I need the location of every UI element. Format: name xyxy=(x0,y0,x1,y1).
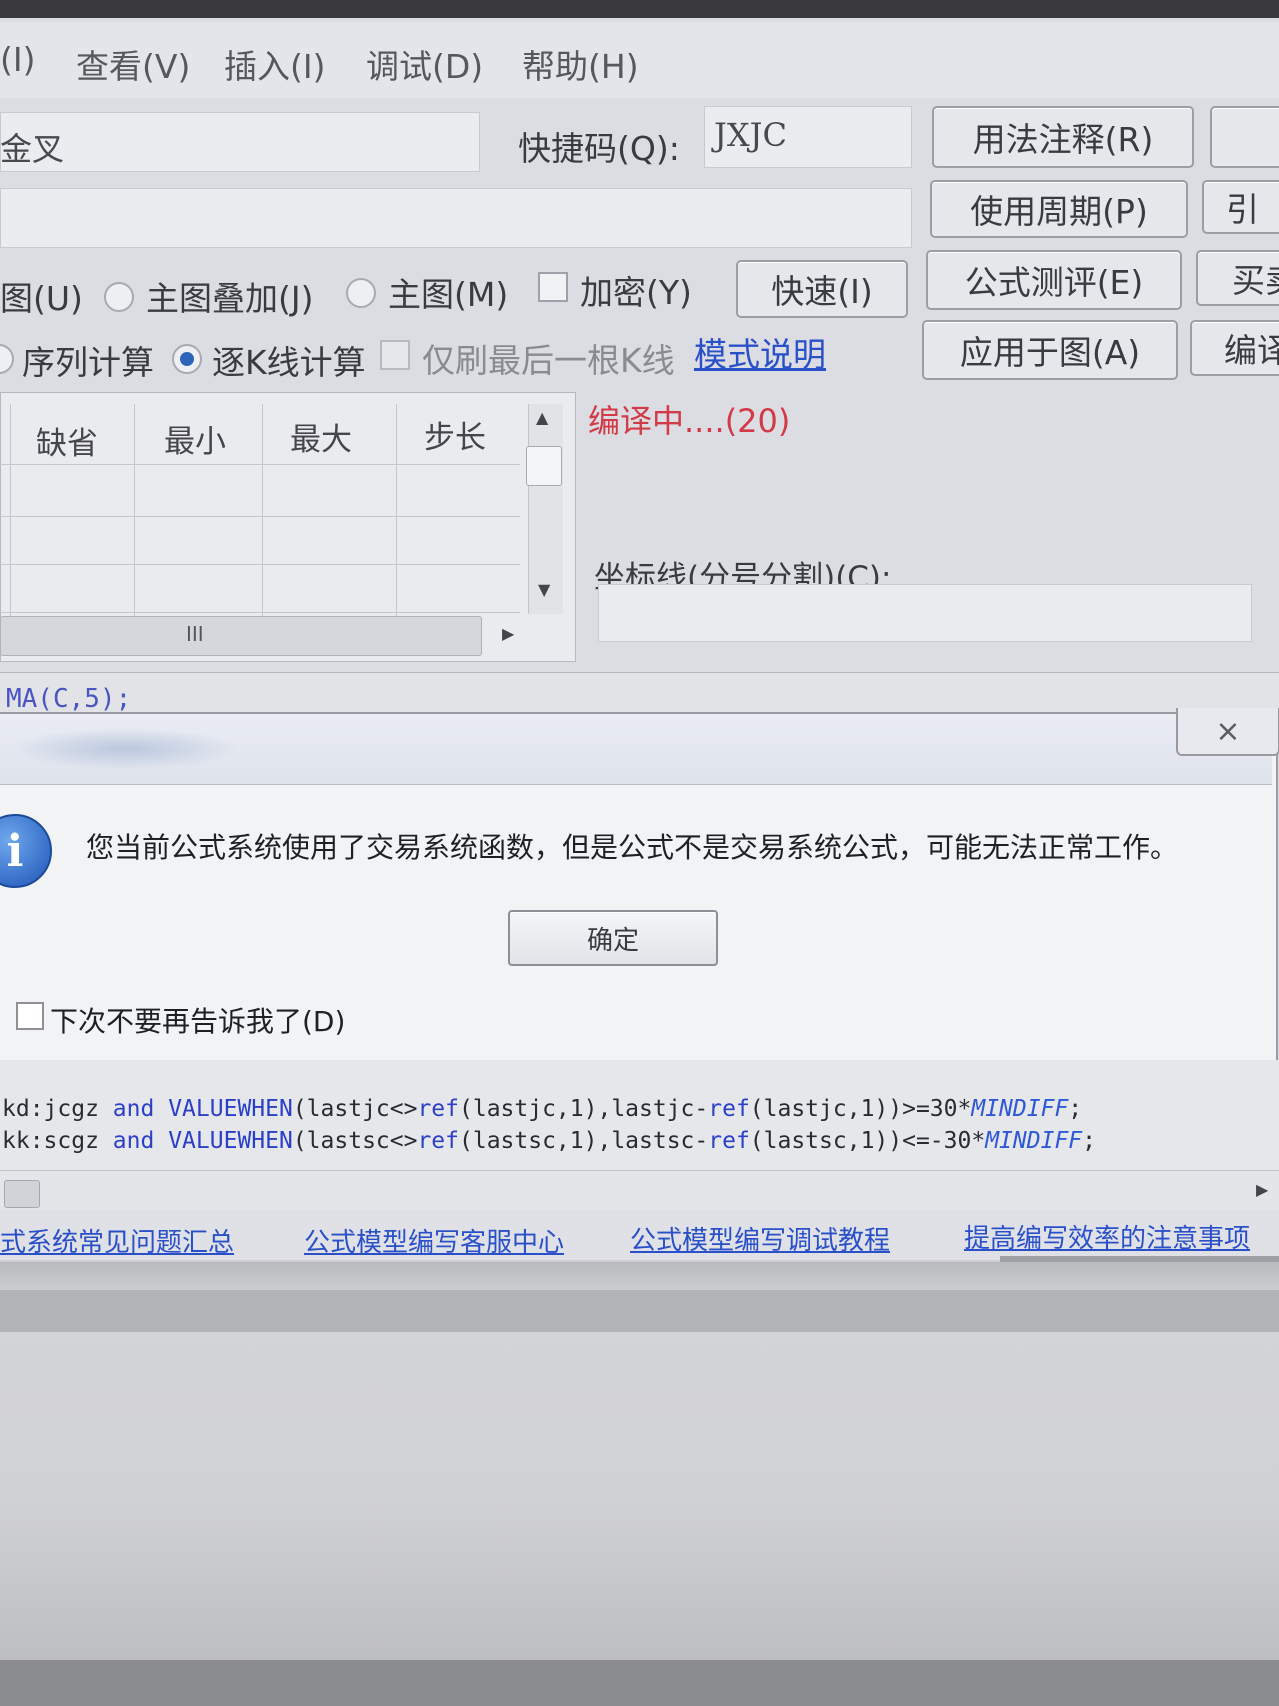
right-edge-button-4[interactable]: 编译 xyxy=(1190,320,1279,376)
bottom-edge-bar xyxy=(0,1660,1279,1706)
table-column-divider xyxy=(10,404,11,616)
apply-to-chart-button[interactable]: 应用于图(A) xyxy=(922,320,1178,380)
formula-evaluate-button[interactable]: 公式测评(E) xyxy=(926,250,1182,310)
table-horizontal-scroll-thumb[interactable] xyxy=(0,616,482,656)
code-token: ref xyxy=(708,1128,750,1154)
code-line-ma: MA(C,5); xyxy=(6,684,132,714)
code-token: ref xyxy=(708,1096,750,1122)
dialog-close-button[interactable]: ⨯ xyxy=(1176,708,1279,756)
formula-name-field[interactable] xyxy=(0,112,480,172)
encrypt-label[interactable]: 加密(Y) xyxy=(580,266,692,314)
code-token: ref xyxy=(417,1128,459,1154)
link-support-center[interactable]: 公式模型编写客服中心 xyxy=(304,1222,564,1259)
right-edge-button-1[interactable] xyxy=(1210,106,1279,168)
scroll-down-icon[interactable]: ▼ xyxy=(538,580,550,599)
sub-chart-label[interactable]: 图(U) xyxy=(0,272,83,320)
close-icon: ⨯ xyxy=(1215,713,1241,749)
code-token: ref xyxy=(417,1096,459,1122)
formula-name-value: 金叉 xyxy=(0,130,65,168)
scroll-up-icon[interactable]: ▲ xyxy=(536,408,548,427)
fast-button[interactable]: 快速(I) xyxy=(736,260,908,318)
code-token: kk:scgz xyxy=(2,1128,99,1154)
code-token: (lastjc,1),lastjc- xyxy=(459,1096,709,1122)
sequence-calc-label[interactable]: 序列计算 xyxy=(22,336,154,384)
code-token: (lastsc,1),lastsc- xyxy=(459,1128,709,1154)
code-token: and xyxy=(112,1128,155,1154)
editor-scroll-thumb[interactable] xyxy=(4,1180,40,1208)
dialog-title-text-blurred xyxy=(10,728,240,770)
scroll-right-icon[interactable]: ▶ xyxy=(502,624,514,643)
table-vertical-scroll-thumb[interactable] xyxy=(526,446,562,486)
code-token: (lastjc,1))>=30* xyxy=(749,1096,972,1122)
encrypt-checkbox[interactable] xyxy=(538,272,568,302)
table-row-divider xyxy=(0,464,520,465)
table-row-divider xyxy=(0,516,520,517)
table-header-min: 最小 xyxy=(164,424,226,460)
bar-calc-label[interactable]: 逐K线计算 xyxy=(212,336,366,384)
table-column-divider xyxy=(134,404,135,616)
code-token: VALUEWHEN xyxy=(168,1128,293,1154)
table-header-default: 缺省 xyxy=(36,426,98,462)
editor-horizontal-scrollbar[interactable] xyxy=(0,1170,1279,1211)
usage-notes-button[interactable]: 用法注释(R) xyxy=(932,106,1194,168)
axis-lines-field[interactable] xyxy=(598,584,1252,642)
code-token: ; xyxy=(1082,1128,1096,1154)
code-token: (lastsc<> xyxy=(292,1128,418,1154)
code-line-1: kd:jcgz and VALUEWHEN(lastjc<>ref(lastjc… xyxy=(2,1096,1082,1122)
menu-item-view[interactable]: 查看(V) xyxy=(76,40,190,88)
overlay-label[interactable]: 主图叠加(J) xyxy=(146,272,313,320)
code-token: (lastsc,1))<=-30* xyxy=(749,1128,986,1154)
table-column-divider xyxy=(262,404,263,616)
menu-item-debug[interactable]: 调试(D) xyxy=(366,40,483,88)
status-strip xyxy=(0,1290,1279,1332)
shortcut-value: JXJC xyxy=(714,116,787,154)
usage-period-button[interactable]: 使用周期(P) xyxy=(930,180,1188,238)
code-token: MINDIFF xyxy=(985,1128,1083,1154)
dialog-message: 您当前公式系统使用了交易系统函数，但是公式不是交易系统公式，可能无法正常工作。 xyxy=(86,831,1179,864)
code-token: and xyxy=(112,1096,155,1122)
scroll-grip-icon: III xyxy=(186,622,204,646)
dont-tell-again-checkbox[interactable] xyxy=(16,1002,44,1030)
bar-calc-radio[interactable] xyxy=(172,344,202,374)
code-token: (lastjc<> xyxy=(292,1096,418,1122)
ok-button[interactable]: 确定 xyxy=(508,910,718,966)
menu-item-insert[interactable]: 插入(I) xyxy=(224,40,325,88)
compile-status: 编译中....(20) xyxy=(588,402,791,440)
link-efficiency-tips[interactable]: 提高编写效率的注意事项 xyxy=(964,1218,1250,1255)
right-edge-button-2[interactable]: 引 xyxy=(1202,180,1279,234)
table-row-divider xyxy=(0,564,520,565)
last-bar-only-label[interactable]: 仅刷最后一根K线 xyxy=(422,334,675,382)
link-faq[interactable]: 式系统常见问题汇总 xyxy=(0,1222,234,1259)
menu-item-help[interactable]: 帮助(H) xyxy=(522,40,639,88)
overlay-radio[interactable] xyxy=(104,282,134,312)
link-debug-tutorial[interactable]: 公式模型编写调试教程 xyxy=(630,1220,890,1257)
shortcut-label: 快捷码(Q): xyxy=(518,129,680,168)
last-bar-only-checkbox[interactable] xyxy=(380,340,410,370)
menu-item-edit[interactable]: (I) xyxy=(0,40,35,79)
table-header-step: 步长 xyxy=(424,420,486,456)
table-row-divider xyxy=(0,612,520,613)
code-token: VALUEWHEN xyxy=(168,1096,293,1122)
description-field[interactable] xyxy=(0,188,912,248)
main-chart-radio[interactable] xyxy=(346,278,376,308)
scroll-right-icon[interactable]: ▶ xyxy=(1256,1180,1268,1199)
mode-help-link[interactable]: 模式说明 xyxy=(694,328,826,376)
code-editor[interactable] xyxy=(0,672,1279,717)
code-line-2: kk:scgz and VALUEWHEN(lastsc<>ref(lastsc… xyxy=(2,1128,1096,1154)
menu-bar: (I) 查看(V) 插入(I) 调试(D) 帮助(H) xyxy=(0,22,1279,98)
info-glyph: i xyxy=(6,825,24,877)
code-token: kd:jcgz xyxy=(2,1096,99,1122)
right-edge-button-3[interactable]: 买卖 xyxy=(1196,250,1279,306)
code-token: MINDIFF xyxy=(971,1096,1069,1122)
dont-tell-again-label[interactable]: 下次不要再告诉我了(D) xyxy=(50,1000,345,1040)
table-column-divider xyxy=(396,404,397,616)
code-token: ; xyxy=(1068,1096,1083,1122)
table-header-max: 最大 xyxy=(290,422,352,458)
main-chart-label[interactable]: 主图(M) xyxy=(388,268,508,316)
